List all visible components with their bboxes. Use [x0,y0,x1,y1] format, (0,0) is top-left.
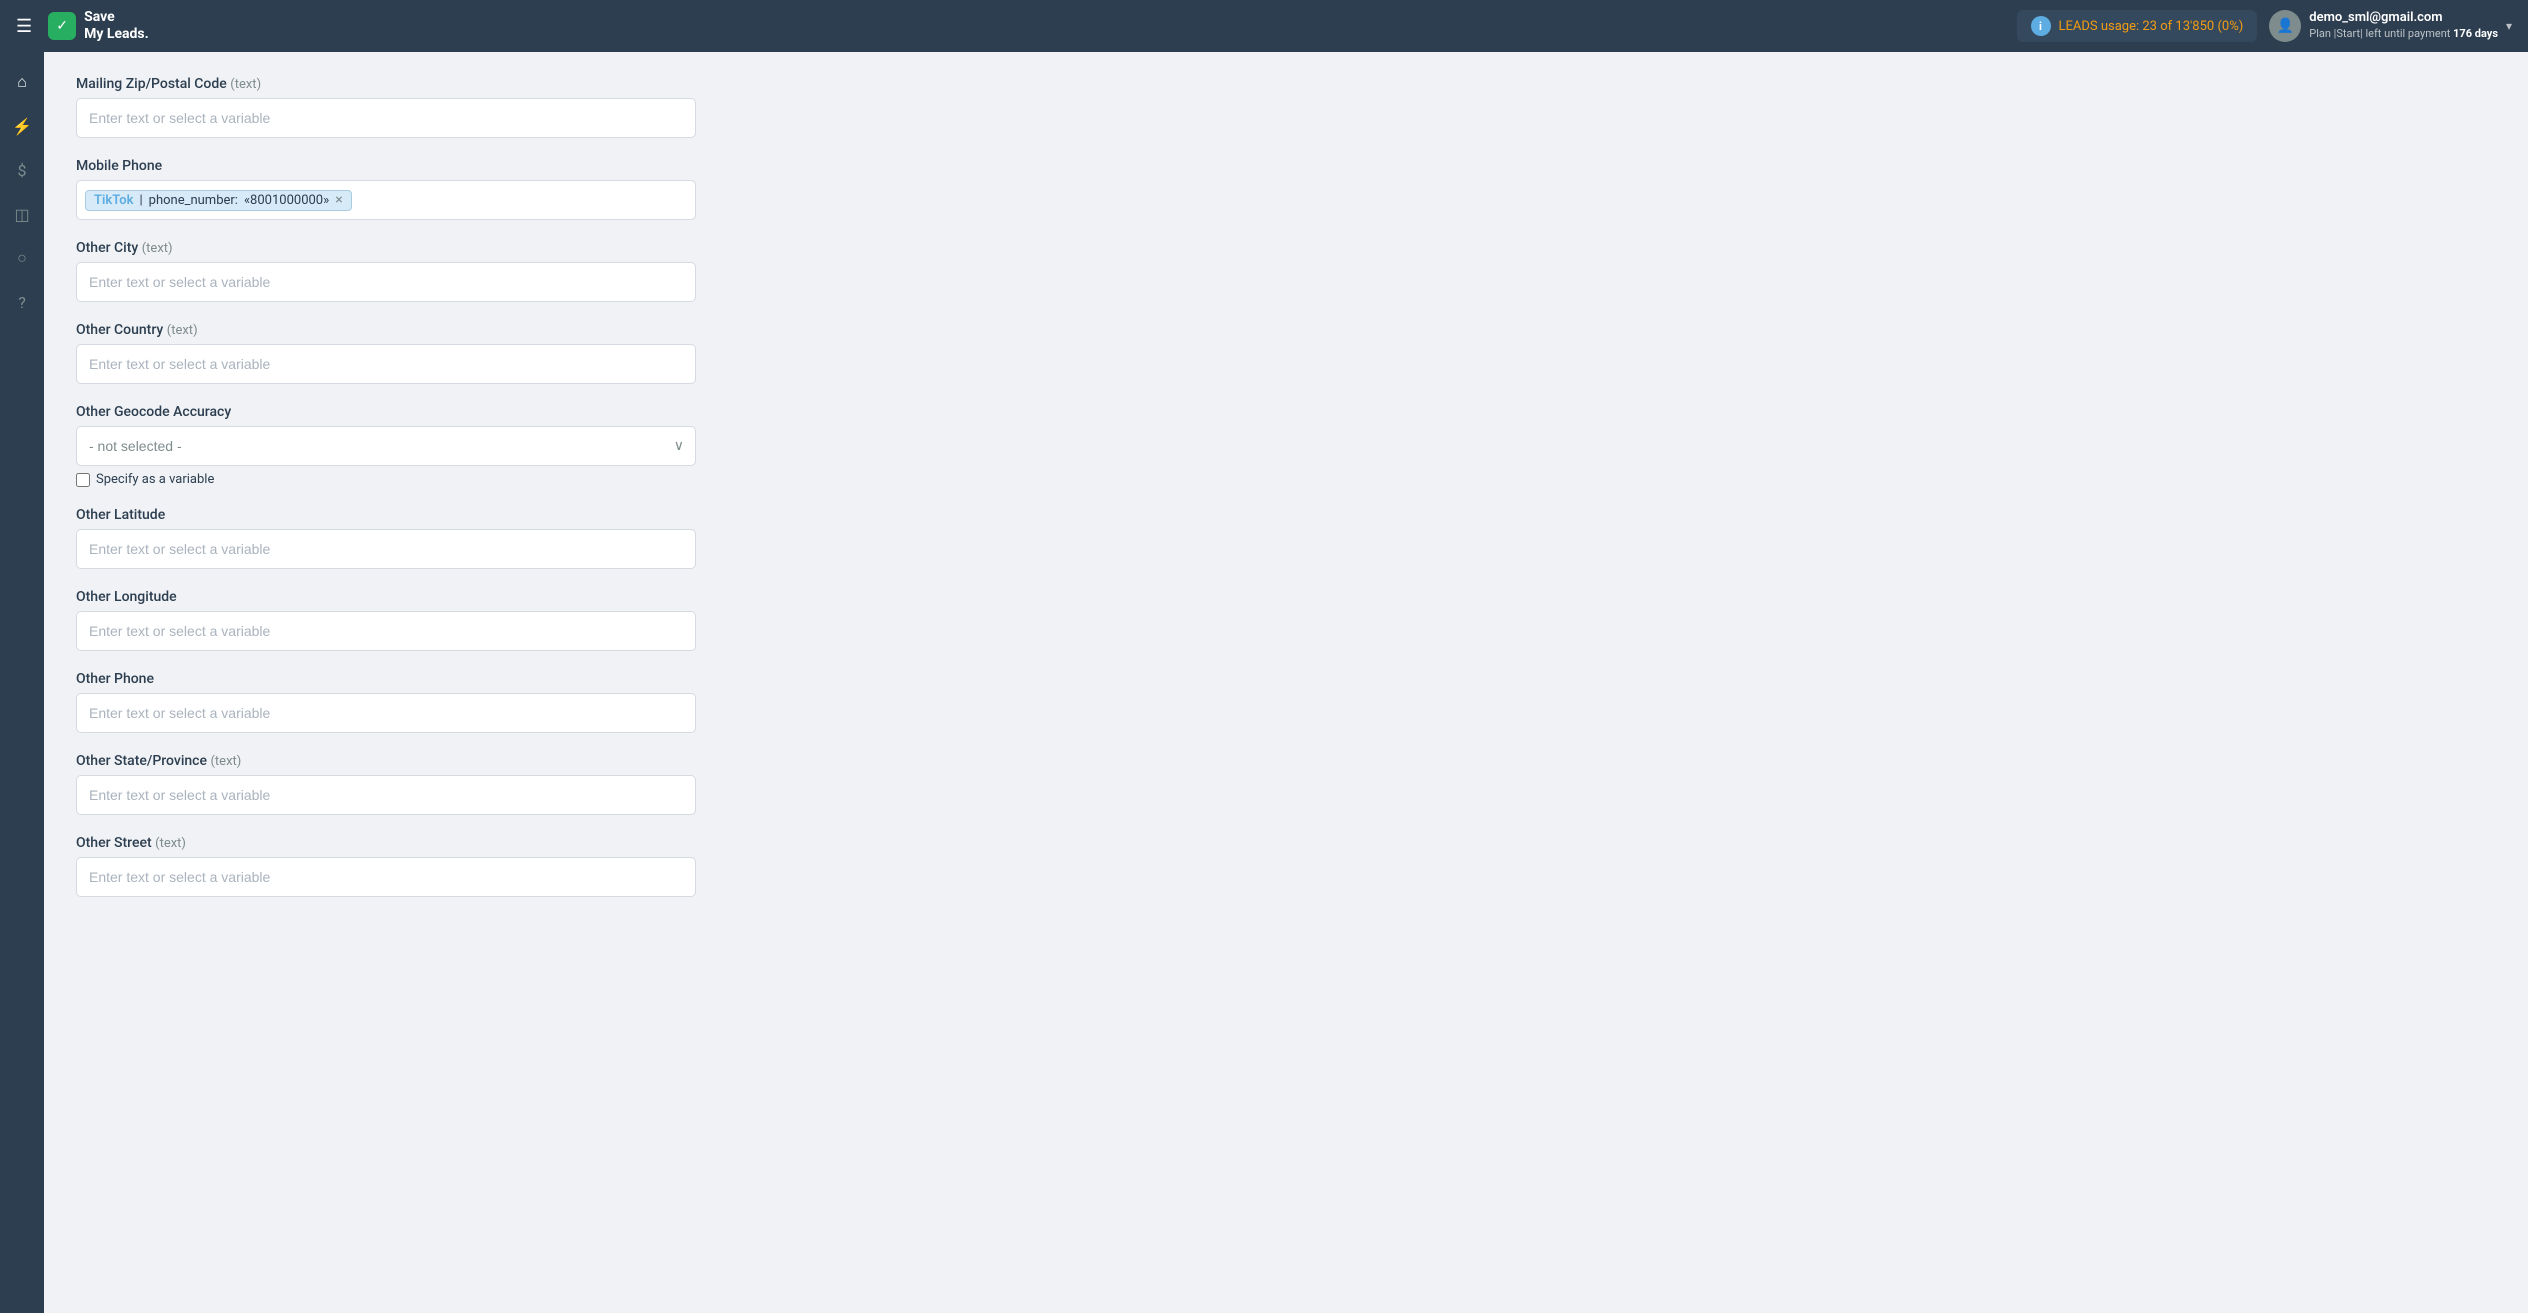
field-other-longitude: Other Longitude [76,589,696,651]
content-area: Mailing Zip/Postal Code (text) Mobile Ph… [44,52,2528,1313]
logo-icon: ✓ [48,12,76,40]
field-other-state: Other State/Province (text) [76,753,696,815]
tag-field: phone_number: [149,193,238,208]
field-mobile-phone: Mobile Phone TikTok | phone_number: «800… [76,158,696,220]
field-label-mailing-zip: Mailing Zip/Postal Code (text) [76,76,696,92]
user-info: demo_sml@gmail.com Plan |Start| left unt… [2309,10,2498,41]
field-label-other-latitude: Other Latitude [76,507,696,523]
other-longitude-input[interactable] [76,611,696,651]
logo-text: Save My Leads. [84,9,149,43]
user-plan: Plan |Start| left until payment 176 days [2309,27,2498,41]
tag-separator: | [139,193,142,208]
field-other-country: Other Country (text) [76,322,696,384]
sidebar-item-tasks[interactable]: ◫ [4,196,40,232]
form-section: Mailing Zip/Postal Code (text) Mobile Ph… [76,76,696,897]
field-label-other-phone: Other Phone [76,671,696,687]
main-layout: ⌂ ⚡ $ ◫ ○ ? Mailing Zip/Postal Code (tex… [0,52,2528,1313]
leads-usage-text: LEADS usage: 23 of 13'850 (0%) [2059,19,2244,34]
mobile-phone-tag: TikTok | phone_number: «8001000000» × [85,190,352,211]
specify-variable-row: Specify as a variable [76,472,696,487]
mobile-phone-tag-input[interactable]: TikTok | phone_number: «8001000000» × [76,180,696,220]
user-menu[interactable]: 👤 demo_sml@gmail.com Plan |Start| left u… [2269,10,2512,42]
user-chevron-icon: ▾ [2506,19,2512,33]
sidebar-item-billing[interactable]: $ [4,152,40,188]
tag-value: «8001000000» [244,193,329,208]
field-label-other-geocode: Other Geocode Accuracy [76,404,696,420]
specify-variable-checkbox[interactable] [76,473,90,487]
field-other-city: Other City (text) [76,240,696,302]
field-other-latitude: Other Latitude [76,507,696,569]
geocode-dropdown[interactable]: - not selected - [76,426,696,466]
field-label-other-city: Other City (text) [76,240,696,256]
other-state-input[interactable] [76,775,696,815]
other-latitude-input[interactable] [76,529,696,569]
user-email: demo_sml@gmail.com [2309,10,2498,27]
field-label-mobile-phone: Mobile Phone [76,158,696,174]
field-mailing-zip: Mailing Zip/Postal Code (text) [76,76,696,138]
sidebar-item-home[interactable]: ⌂ [4,64,40,100]
geocode-dropdown-wrapper: - not selected - ∨ [76,426,696,466]
sidebar-item-profile[interactable]: ○ [4,240,40,276]
specify-variable-label: Specify as a variable [96,472,214,487]
menu-icon[interactable]: ☰ [16,16,32,37]
leads-usage-badge: i LEADS usage: 23 of 13'850 (0%) [2017,10,2258,42]
info-icon: i [2031,16,2051,36]
field-label-other-country: Other Country (text) [76,322,696,338]
sidebar-item-connections[interactable]: ⚡ [4,108,40,144]
other-country-input[interactable] [76,344,696,384]
field-label-other-longitude: Other Longitude [76,589,696,605]
field-label-other-state: Other State/Province (text) [76,753,696,769]
field-other-geocode: Other Geocode Accuracy - not selected - … [76,404,696,487]
sidebar-item-help[interactable]: ? [4,284,40,320]
logo: ✓ Save My Leads. [48,9,149,43]
mailing-zip-input[interactable] [76,98,696,138]
other-phone-input[interactable] [76,693,696,733]
sidebar: ⌂ ⚡ $ ◫ ○ ? [0,52,44,1313]
user-avatar: 👤 [2269,10,2301,42]
topbar: ☰ ✓ Save My Leads. i LEADS usage: 23 of … [0,0,2528,52]
field-other-phone: Other Phone [76,671,696,733]
other-street-input[interactable] [76,857,696,897]
tag-close-icon[interactable]: × [335,193,342,207]
tag-source: TikTok [94,193,133,208]
other-city-input[interactable] [76,262,696,302]
field-other-street: Other Street (text) [76,835,696,897]
field-label-other-street: Other Street (text) [76,835,696,851]
